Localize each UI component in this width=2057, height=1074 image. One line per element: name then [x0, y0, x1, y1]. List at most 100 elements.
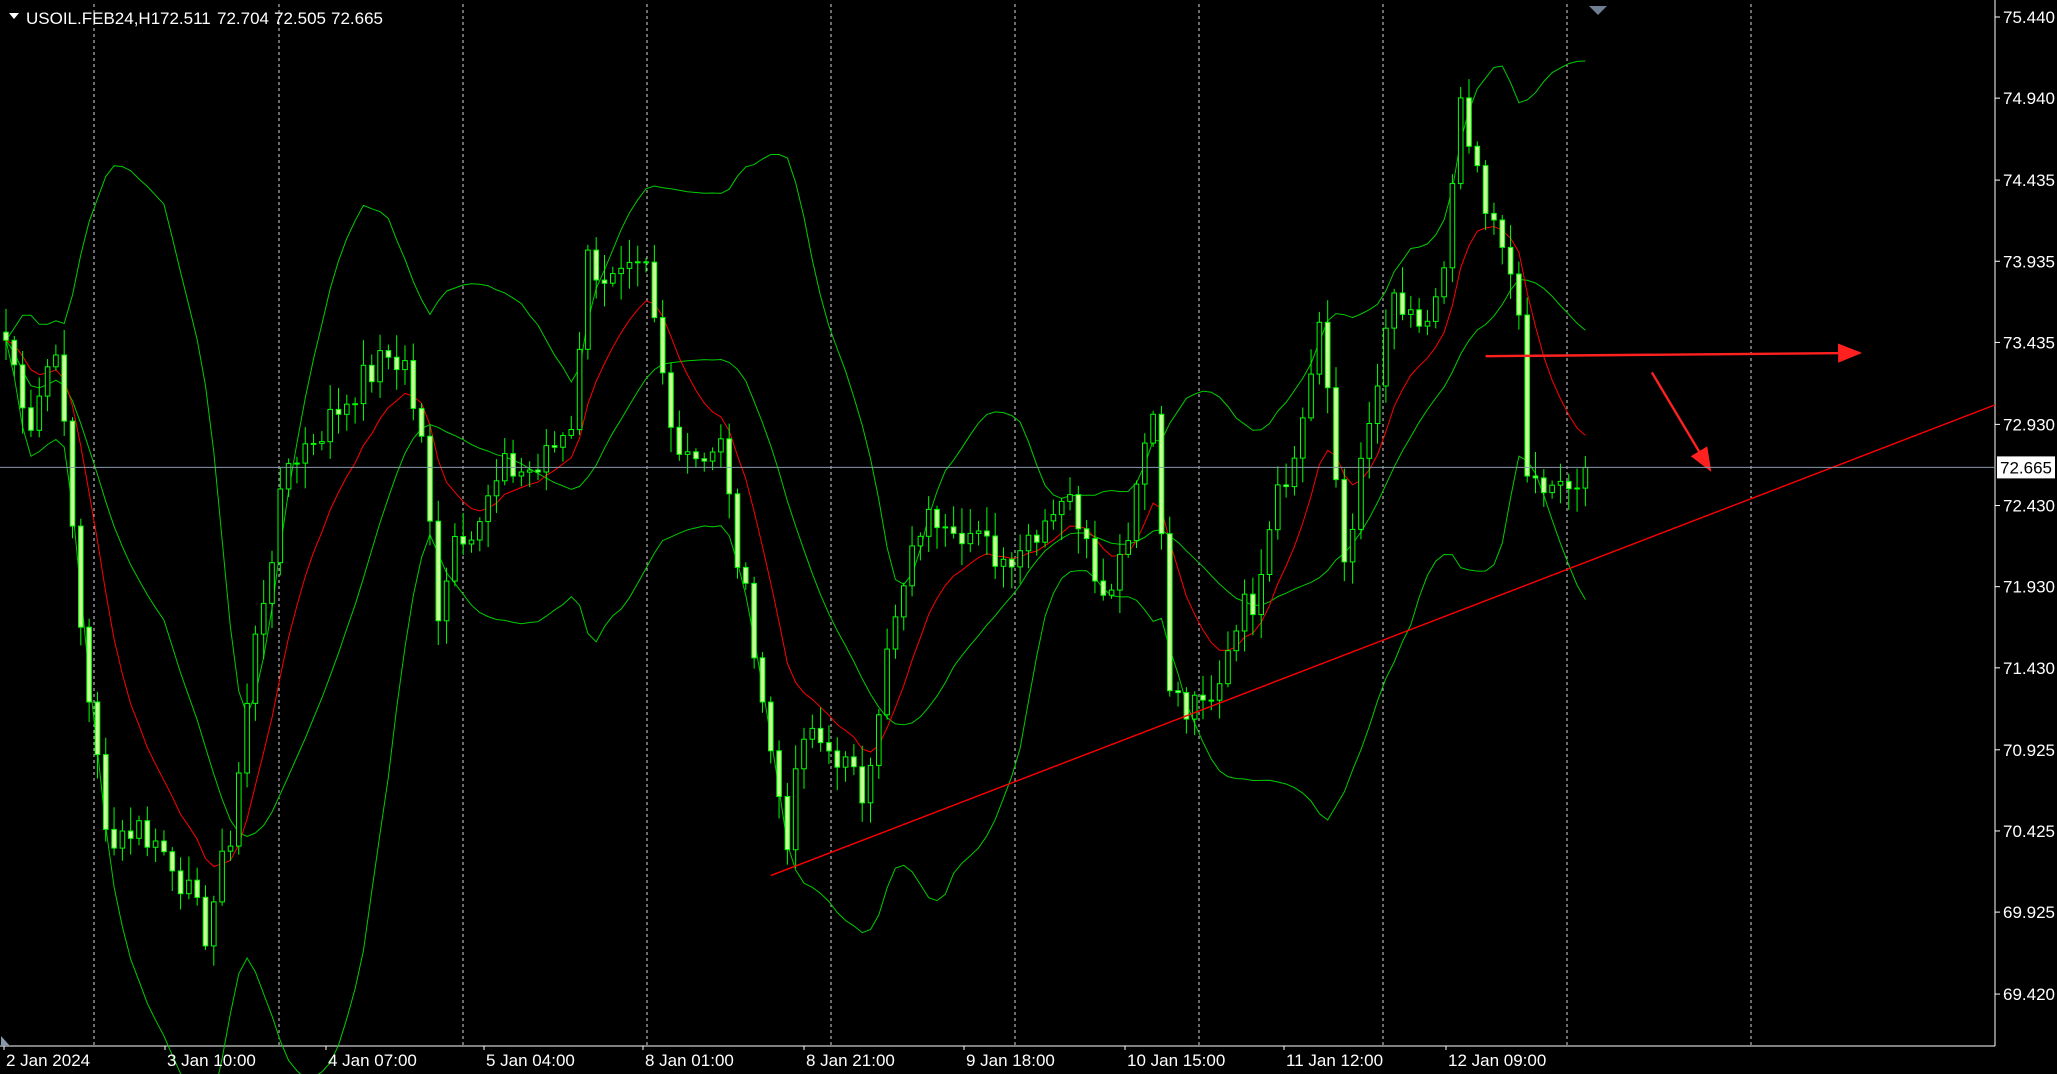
candle-body [950, 526, 957, 534]
candle-body [1449, 183, 1456, 269]
price-tick-label: 74.435 [2003, 171, 2055, 190]
candle-body [1308, 373, 1314, 419]
candle-body [925, 508, 932, 537]
ohlc-open: 72.511 [160, 9, 211, 28]
candle-body [360, 364, 367, 405]
candle-body [1341, 479, 1348, 563]
candle-body [776, 750, 782, 797]
candle-body [1083, 528, 1090, 540]
candle-body [269, 562, 275, 604]
candle-body [103, 754, 109, 830]
candle-body [635, 261, 641, 264]
candle-body [518, 471, 525, 477]
candle-body [975, 530, 982, 534]
candle-body [69, 420, 76, 527]
candle-body [119, 830, 126, 849]
candle-body [1482, 165, 1489, 214]
candle-body [784, 796, 791, 851]
price-tick-label: 69.925 [2003, 903, 2055, 922]
candle-body [676, 426, 683, 455]
candle-body [352, 403, 358, 406]
candle-body [244, 702, 250, 774]
candle-body [651, 261, 658, 319]
candle-body [19, 364, 26, 409]
candle-body [1391, 292, 1398, 329]
candle-body [11, 339, 18, 366]
candle-body [344, 403, 350, 415]
price-tick-label: 75.440 [2003, 8, 2055, 27]
time-tick-label: 10 Jan 15:00 [1127, 1051, 1225, 1070]
candle-body [526, 469, 533, 473]
candle-body [701, 458, 708, 462]
candle-body [393, 356, 400, 371]
candle-body [169, 851, 176, 872]
candle-body [892, 616, 899, 650]
candle-body [485, 495, 491, 523]
candle-body [136, 820, 142, 839]
candle-body [1200, 694, 1206, 701]
candle-body [377, 350, 383, 383]
candle-body [3, 331, 9, 341]
price-tick-label: 70.925 [2003, 741, 2055, 760]
candle-body [319, 441, 325, 444]
candle-body [917, 535, 924, 547]
candle-body [1133, 483, 1140, 542]
chart-header: USOIL.FEB24,H1 72.511 72.704 72.505 72.6… [9, 9, 383, 28]
candle-body [1009, 558, 1015, 568]
candle-body [427, 435, 433, 522]
chart-area[interactable]: 75.440 74.940 74.435 73.935 73.435 72.930 72.4… [0, 0, 2057, 1074]
candle-body [1416, 309, 1422, 327]
candle-body [1557, 480, 1564, 486]
candle-body [809, 727, 816, 740]
candle-body [1067, 494, 1073, 502]
price-tick-label: 73.435 [2003, 333, 2055, 352]
candle-body [410, 360, 417, 409]
candle-body [53, 354, 59, 368]
candle-body [443, 580, 450, 622]
candle-body [959, 532, 965, 545]
candle-body [36, 395, 43, 431]
candle-body [152, 840, 159, 848]
candle-body [1275, 484, 1281, 531]
time-tick-label: 4 Jan 07:00 [328, 1051, 417, 1070]
candle-body [1025, 534, 1032, 552]
candle-body [942, 526, 949, 529]
candle-body [477, 521, 483, 541]
ohlc-close: 72.665 [331, 9, 383, 28]
candle-body [1466, 97, 1472, 147]
time-tick-label: 11 Jan 12:00 [1286, 1051, 1383, 1070]
dropdown-triangle-icon[interactable] [9, 13, 19, 19]
candle-body [1042, 520, 1048, 543]
candle-body [1058, 500, 1065, 516]
price-tick-label: 69.420 [2003, 985, 2055, 1004]
candle-body [1125, 540, 1132, 555]
candle-body [327, 408, 333, 443]
candle-body [227, 845, 234, 852]
candle-body [1457, 97, 1464, 185]
candle-body [1034, 534, 1040, 543]
candle-body [1291, 457, 1298, 488]
candle-body [194, 879, 200, 898]
candle-body [610, 273, 616, 284]
price-tick-label: 72.930 [2003, 415, 2055, 434]
candle-body [211, 901, 217, 947]
candle-body [626, 261, 633, 269]
candle-body [834, 750, 841, 768]
candle-body [1108, 589, 1115, 596]
candle-body [826, 742, 832, 752]
candle-body [1225, 650, 1231, 685]
candle-body [551, 445, 558, 448]
bollinger-lower [5, 340, 1586, 1074]
candle-body [618, 267, 624, 275]
candle-body [1175, 690, 1181, 694]
candle-body [693, 451, 699, 460]
chart-shift-marker-icon[interactable] [1589, 6, 1607, 15]
candle-body [1241, 593, 1248, 632]
symbol-label: USOIL.FEB24,H1 [26, 9, 160, 28]
candle-body [1532, 475, 1539, 479]
candle-body [593, 249, 600, 281]
time-tick-label: 3 Jan 10:00 [167, 1051, 256, 1070]
candle-body [643, 261, 649, 264]
candle-body [684, 451, 691, 455]
candle-body [576, 348, 583, 431]
